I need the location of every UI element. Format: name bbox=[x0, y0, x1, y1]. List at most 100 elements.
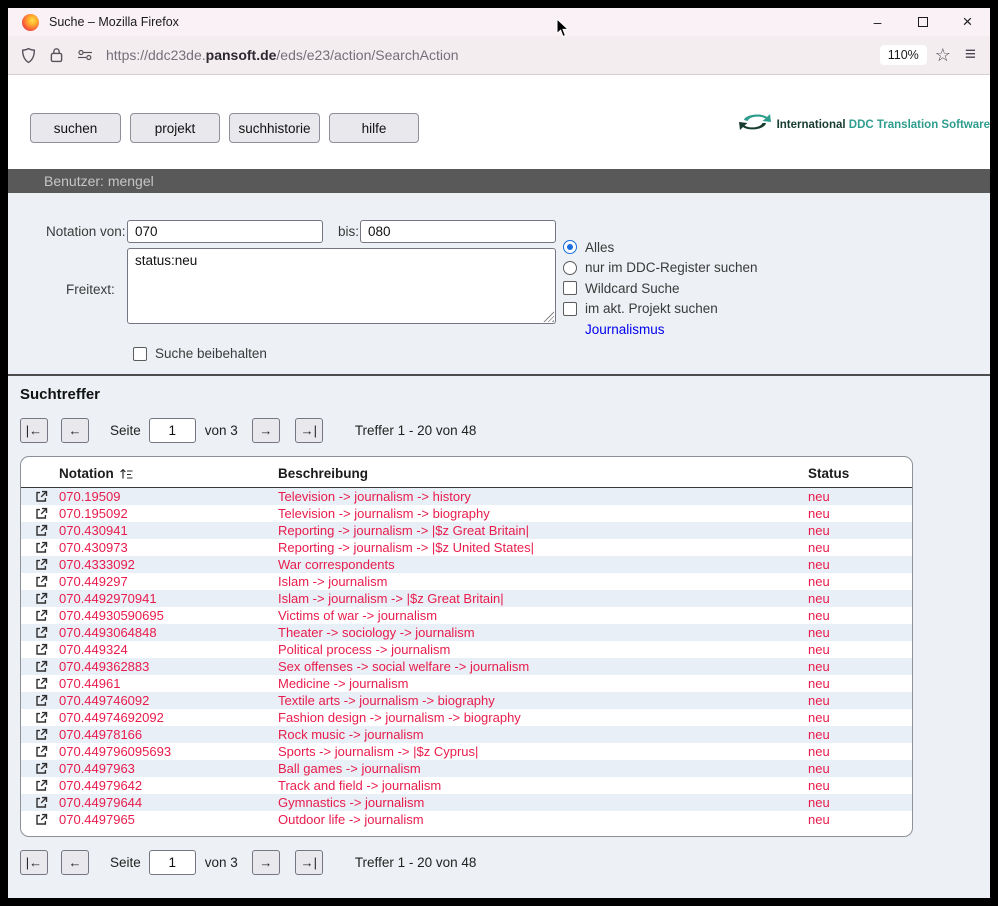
nav-row: suchen projekt suchhistorie hilfe Intern… bbox=[8, 75, 990, 143]
menu-hamburger-icon[interactable]: ≡ bbox=[965, 44, 976, 66]
next-page-button-bottom[interactable]: → bbox=[252, 850, 280, 875]
result-notation-link[interactable]: 070.4333092 bbox=[59, 557, 278, 572]
permissions-icon[interactable] bbox=[76, 48, 94, 62]
notation-von-label: Notation von: bbox=[46, 224, 126, 239]
external-link-icon[interactable] bbox=[35, 575, 59, 588]
external-link-icon[interactable] bbox=[35, 490, 59, 503]
notation-header-label: Notation bbox=[59, 466, 114, 481]
external-link-icon[interactable] bbox=[35, 524, 59, 537]
result-description: Political process -> journalism bbox=[278, 642, 808, 657]
external-link-icon[interactable] bbox=[35, 643, 59, 656]
external-link-icon[interactable] bbox=[35, 779, 59, 792]
external-link-icon[interactable] bbox=[35, 694, 59, 707]
external-link-icon[interactable] bbox=[35, 728, 59, 741]
external-link-icon[interactable] bbox=[35, 745, 59, 758]
bookmark-star-icon[interactable]: ☆ bbox=[935, 45, 951, 66]
result-notation-link[interactable]: 070.449324 bbox=[59, 642, 278, 657]
last-page-button-bottom[interactable]: →| bbox=[295, 850, 323, 875]
url-display[interactable]: https://ddc23de.pansoft.de/eds/e23/actio… bbox=[106, 47, 459, 63]
close-button[interactable]: × bbox=[945, 8, 990, 36]
lock-icon[interactable] bbox=[49, 47, 64, 63]
suchhistorie-button[interactable]: suchhistorie bbox=[229, 113, 320, 143]
page-number-input-bottom[interactable] bbox=[149, 850, 196, 875]
external-link-icon[interactable] bbox=[35, 796, 59, 809]
ddc-register-radio[interactable] bbox=[563, 261, 577, 275]
option-ddc-register[interactable]: nur im DDC-Register suchen bbox=[563, 258, 758, 279]
external-link-icon[interactable] bbox=[35, 626, 59, 639]
result-status: neu bbox=[808, 744, 912, 759]
table-row: 070.4333092 War correspondents neu bbox=[21, 556, 912, 573]
prev-page-button-bottom[interactable]: ← bbox=[61, 850, 89, 875]
external-link-icon[interactable] bbox=[35, 813, 59, 826]
project-link-row: Journalismus bbox=[563, 319, 758, 340]
projekt-button[interactable]: projekt bbox=[130, 113, 220, 143]
next-page-button[interactable]: → bbox=[252, 418, 280, 443]
notation-to-input[interactable] bbox=[360, 220, 556, 243]
result-notation-link[interactable]: 070.44930590695 bbox=[59, 608, 278, 623]
wildcard-checkbox[interactable] bbox=[563, 281, 577, 295]
result-status: neu bbox=[808, 778, 912, 793]
result-notation-link[interactable]: 070.44979644 bbox=[59, 795, 278, 810]
external-link-icon[interactable] bbox=[35, 711, 59, 724]
external-link-icon[interactable] bbox=[35, 677, 59, 690]
result-notation-link[interactable]: 070.449796095693 bbox=[59, 744, 278, 759]
result-notation-link[interactable]: 070.44979642 bbox=[59, 778, 278, 793]
maximize-button[interactable] bbox=[900, 8, 945, 36]
beschreibung-column-header[interactable]: Beschreibung bbox=[278, 466, 808, 481]
treffer-summary: Treffer 1 - 20 von 48 bbox=[355, 423, 477, 438]
keep-search-checkbox[interactable] bbox=[133, 347, 147, 361]
result-status: neu bbox=[808, 574, 912, 589]
option-wildcard[interactable]: Wildcard Suche bbox=[563, 278, 758, 299]
last-page-button[interactable]: →| bbox=[295, 418, 323, 443]
result-notation-link[interactable]: 070.449746092 bbox=[59, 693, 278, 708]
result-notation-link[interactable]: 070.449297 bbox=[59, 574, 278, 589]
result-description: Reporting -> journalism -> |$z United St… bbox=[278, 540, 808, 555]
external-link-icon[interactable] bbox=[35, 660, 59, 673]
keep-search-option[interactable]: Suche beibehalten bbox=[133, 346, 267, 361]
hilfe-button[interactable]: hilfe bbox=[329, 113, 419, 143]
external-link-icon[interactable] bbox=[35, 609, 59, 622]
first-page-button-bottom[interactable]: |← bbox=[20, 850, 48, 875]
page-number-input[interactable] bbox=[149, 418, 196, 443]
table-row: 070.44978166 Rock music -> journalism ne… bbox=[21, 726, 912, 743]
notation-column-header[interactable]: Notation bbox=[59, 466, 278, 481]
result-notation-link[interactable]: 070.449362883 bbox=[59, 659, 278, 674]
journalismus-link[interactable]: Journalismus bbox=[585, 322, 665, 337]
minimize-button[interactable]: – bbox=[855, 8, 900, 36]
suchen-button[interactable]: suchen bbox=[30, 113, 121, 143]
results-section: Suchtreffer |← ← Seite von 3 → →| Treffe… bbox=[8, 376, 990, 898]
result-notation-link[interactable]: 070.4492970941 bbox=[59, 591, 278, 606]
result-notation-link[interactable]: 070.195092 bbox=[59, 506, 278, 521]
status-column-header[interactable]: Status bbox=[808, 466, 912, 481]
option-akt-projekt[interactable]: im akt. Projekt suchen bbox=[563, 299, 758, 320]
result-notation-link[interactable]: 070.4497963 bbox=[59, 761, 278, 776]
zoom-level-badge[interactable]: 110% bbox=[880, 45, 927, 65]
result-notation-link[interactable]: 070.4497965 bbox=[59, 812, 278, 827]
external-link-icon[interactable] bbox=[35, 558, 59, 571]
result-notation-link[interactable]: 070.430973 bbox=[59, 540, 278, 555]
titlebar: Suche – Mozilla Firefox – × bbox=[8, 8, 990, 36]
external-link-icon[interactable] bbox=[35, 592, 59, 605]
prev-page-button[interactable]: ← bbox=[61, 418, 89, 443]
shield-icon[interactable] bbox=[20, 47, 37, 64]
result-notation-link[interactable]: 070.430941 bbox=[59, 523, 278, 538]
result-notation-link[interactable]: 070.44978166 bbox=[59, 727, 278, 742]
result-notation-link[interactable]: 070.44961 bbox=[59, 676, 278, 691]
result-notation-link[interactable]: 070.44974692092 bbox=[59, 710, 278, 725]
option-alles[interactable]: Alles bbox=[563, 237, 758, 258]
freitext-textarea[interactable]: status:neu bbox=[127, 248, 556, 324]
search-form: Notation von: bis: Freitext: status:neu … bbox=[8, 193, 990, 374]
alles-radio[interactable] bbox=[563, 240, 577, 254]
notation-from-input[interactable] bbox=[127, 220, 323, 243]
result-description: Gymnastics -> journalism bbox=[278, 795, 808, 810]
user-label: Benutzer: mengel bbox=[44, 173, 154, 189]
result-notation-link[interactable]: 070.4493064848 bbox=[59, 625, 278, 640]
result-notation-link[interactable]: 070.19509 bbox=[59, 489, 278, 504]
result-status: neu bbox=[808, 659, 912, 674]
firefox-icon bbox=[22, 14, 39, 31]
external-link-icon[interactable] bbox=[35, 762, 59, 775]
akt-projekt-checkbox[interactable] bbox=[563, 302, 577, 316]
external-link-icon[interactable] bbox=[35, 507, 59, 520]
first-page-button[interactable]: |← bbox=[20, 418, 48, 443]
external-link-icon[interactable] bbox=[35, 541, 59, 554]
